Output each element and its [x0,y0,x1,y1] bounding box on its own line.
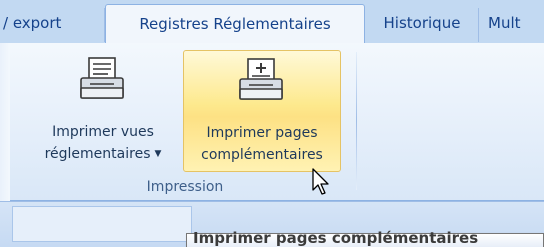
printer-add-icon [184,57,340,107]
ribbon-tab-strip: / export Registres Réglementaires Histor… [0,0,544,45]
tab-export[interactable]: / export [0,4,96,44]
tab-separator [478,8,479,42]
print-complementary-pages-button[interactable]: Imprimer pages complémentaires [183,50,341,172]
button-label-line1: Imprimer pages [206,125,318,141]
application-window: / export Registres Réglementaires Histor… [0,0,544,247]
mouse-cursor-icon [312,168,332,200]
tab-historique[interactable]: Historique [366,4,478,44]
tab-registres-reglementaires[interactable]: Registres Réglementaires [105,4,365,45]
print-regulatory-views-button[interactable]: Imprimer vues réglementaires ▼ [28,50,178,172]
dropdown-arrow-icon: ▼ [154,149,162,159]
printer-icon [28,56,178,106]
button-label-line2: complémentaires [201,147,323,163]
button-label-line1: Imprimer vues [52,124,154,140]
tooltip-title: Imprimer pages complémentaires [193,230,479,247]
lower-panel [12,206,192,242]
ribbon-group-label: Impression [146,179,224,195]
group-separator [356,52,357,190]
button-label-line2: réglementaires ▼ [44,146,162,162]
tab-mult[interactable]: Mult [486,4,544,44]
ribbon-edge [0,43,10,201]
